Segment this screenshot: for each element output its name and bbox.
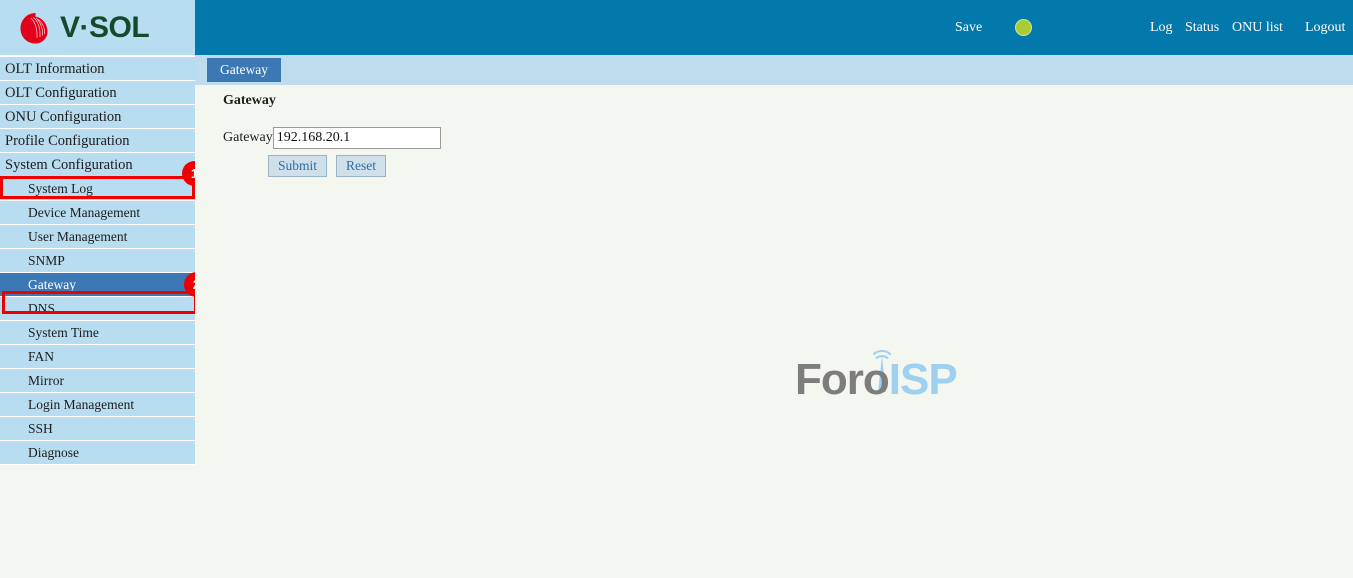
- header-link-log[interactable]: Log: [1150, 20, 1173, 36]
- sidebar-item-user-management[interactable]: User Management: [0, 225, 195, 249]
- gateway-label: Gateway: [223, 130, 273, 145]
- gateway-input[interactable]: [272, 127, 441, 149]
- header-link-onu-list[interactable]: ONU list: [1232, 20, 1283, 36]
- save-button[interactable]: Save: [955, 20, 982, 36]
- watermark-text-secondary: ISP: [888, 355, 958, 404]
- header-link-logout[interactable]: Logout: [1305, 20, 1345, 36]
- sidebar-item-mirror[interactable]: Mirror: [0, 369, 195, 393]
- sidebar-item-system-log[interactable]: System Log: [0, 177, 195, 201]
- sidebar-item-device-management[interactable]: Device Management: [0, 201, 195, 225]
- brand-name: V·SOL: [60, 10, 150, 44]
- main-content: Gateway Gateway Submit Reset ForoISP: [195, 85, 1353, 578]
- sidebar-item-gateway[interactable]: Gateway: [0, 273, 195, 297]
- sidebar-menu: OLT Information OLT Configuration ONU Conf…: [0, 55, 195, 465]
- sidebar-item-olt-configuration[interactable]: OLT Configuration: [0, 81, 195, 105]
- reset-button[interactable]: Reset: [336, 155, 387, 177]
- sidebar-item-system-configuration[interactable]: System Configuration: [0, 153, 195, 177]
- page-title: Gateway: [223, 93, 276, 108]
- sidebar-item-dns[interactable]: DNS: [0, 297, 195, 321]
- tab-strip: Gateway: [195, 55, 1353, 85]
- sidebar-item-onu-configuration[interactable]: ONU Configuration: [0, 105, 195, 129]
- page-root: V·SOL OLT Information OLT Configuration ON…: [0, 0, 1353, 578]
- sidebar-item-snmp[interactable]: SNMP: [0, 249, 195, 273]
- vsol-sphere-logo-icon: [20, 12, 48, 43]
- header-link-status[interactable]: Status: [1185, 20, 1219, 36]
- top-header: Save Log Status ONU list Logout: [195, 0, 1353, 55]
- sidebar-item-fan[interactable]: FAN: [0, 345, 195, 369]
- sidebar-item-ssh[interactable]: SSH: [0, 417, 195, 441]
- tab-gateway[interactable]: Gateway: [207, 58, 281, 82]
- sidebar-item-olt-information[interactable]: OLT Information: [0, 57, 195, 81]
- sidebar-item-login-management[interactable]: Login Management: [0, 393, 195, 417]
- status-dot-icon: [1015, 19, 1032, 36]
- watermark: ForoISP: [795, 340, 958, 404]
- submit-button[interactable]: Submit: [268, 155, 328, 177]
- antenna-tower-icon: [873, 350, 891, 392]
- sidebar-item-profile-configuration[interactable]: Profile Configuration: [0, 129, 195, 153]
- sidebar-item-diagnose[interactable]: Diagnose: [0, 441, 195, 465]
- watermark-text-primary: Foro: [795, 355, 890, 404]
- form-buttons: Submit Reset: [268, 155, 391, 177]
- sidebar-item-system-time[interactable]: System Time: [0, 321, 195, 345]
- sidebar: V·SOL OLT Information OLT Configuration ON…: [0, 0, 209, 578]
- brand-logo[interactable]: V·SOL: [0, 0, 195, 55]
- gateway-field-row: Gateway: [223, 127, 441, 149]
